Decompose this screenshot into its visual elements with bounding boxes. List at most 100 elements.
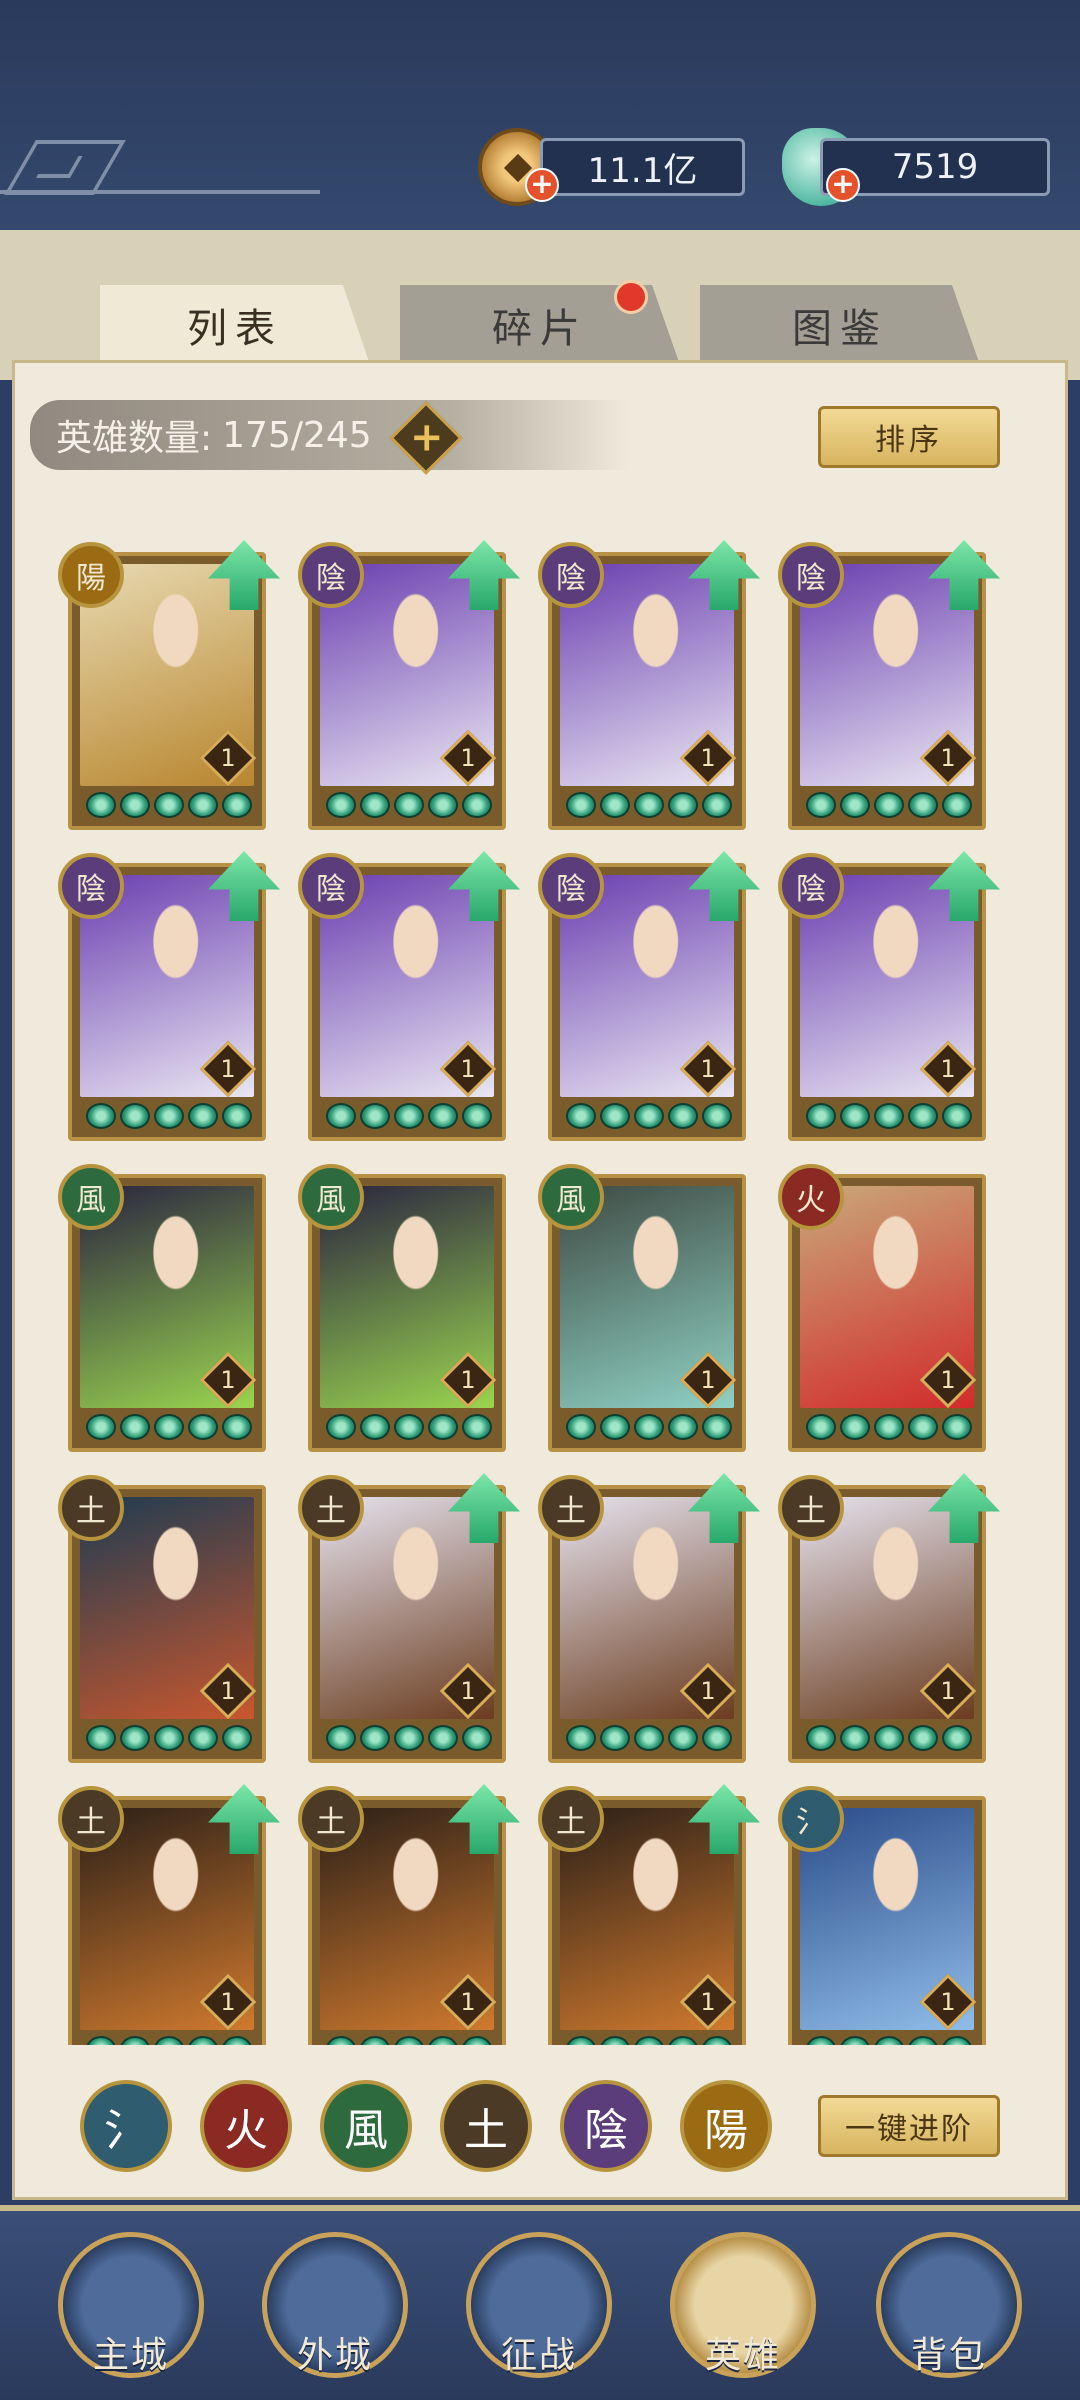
coin-value: 11.1亿 <box>587 150 698 191</box>
sort-button[interactable]: 排序 <box>818 406 1000 468</box>
hero-star-row <box>566 1103 732 1129</box>
star-icon <box>222 1414 252 1440</box>
element-yang-icon: 陽 <box>58 542 124 608</box>
hero-star-row <box>86 1103 252 1129</box>
star-icon <box>154 792 184 818</box>
star-icon <box>908 2036 938 2045</box>
star-icon <box>806 1414 836 1440</box>
star-icon <box>600 1414 630 1440</box>
tab-fragments-label: 碎片 <box>492 306 588 352</box>
star-icon <box>120 1725 150 1751</box>
hero-star-row <box>806 1725 972 1751</box>
star-icon <box>326 2036 356 2045</box>
add-coin-button[interactable]: + <box>525 168 559 202</box>
hero-level: 1 <box>220 744 236 772</box>
filter-earth-button[interactable]: 土 <box>440 2080 532 2172</box>
hero-star-row <box>806 792 972 818</box>
star-icon <box>462 2036 492 2045</box>
hero-level: 1 <box>220 1988 236 2016</box>
hero-level: 1 <box>700 1055 716 1083</box>
star-icon <box>428 2036 458 2045</box>
coin-counter: 11.1亿 <box>540 138 745 196</box>
element-yin-icon: 陰 <box>538 853 604 919</box>
element-earth-icon: 土 <box>778 1475 844 1541</box>
hero-grid: 1 陽 1 陰 1 陰 1 陰 1 陰 1 陰 1 陰 1 陰 1 風 1 風 1 風 1 火 1 土 1 土 1 土 1 土 1 土 1 土 1 土 1 氵 <box>12 500 1068 2045</box>
notification-badge <box>614 280 648 314</box>
element-yin-icon: 陰 <box>538 542 604 608</box>
hero-star-row <box>806 1414 972 1440</box>
one-click-advance-button[interactable]: 一键进阶 <box>818 2095 1000 2157</box>
add-jade-button[interactable]: + <box>826 168 860 202</box>
filter-wind-button[interactable]: 風 <box>320 2080 412 2172</box>
hero-level: 1 <box>460 1677 476 1705</box>
star-icon <box>634 2036 664 2045</box>
star-icon <box>86 2036 116 2045</box>
element-yin-icon: 陰 <box>58 853 124 919</box>
star-icon <box>908 1414 938 1440</box>
star-icon <box>566 2036 596 2045</box>
element-water-icon: 氵 <box>778 1786 844 1852</box>
star-icon <box>394 1725 424 1751</box>
star-icon <box>188 1103 218 1129</box>
element-earth-icon: 土 <box>58 1786 124 1852</box>
star-icon <box>428 1103 458 1129</box>
hero-level: 1 <box>460 1366 476 1394</box>
nav-label: 外城 <box>296 2335 373 2376</box>
star-icon <box>222 2036 252 2045</box>
star-icon <box>188 792 218 818</box>
hero-level: 1 <box>700 1366 716 1394</box>
filter-water-button[interactable]: 氵 <box>80 2080 172 2172</box>
filter-yin-button[interactable]: 陰 <box>560 2080 652 2172</box>
star-icon <box>326 1103 356 1129</box>
hero-star-row <box>86 1414 252 1440</box>
star-icon <box>908 1103 938 1129</box>
hero-level: 1 <box>220 1055 236 1083</box>
element-yin-icon: 陰 <box>298 853 364 919</box>
star-icon <box>120 1103 150 1129</box>
star-icon <box>668 1414 698 1440</box>
star-icon <box>942 2036 972 2045</box>
star-icon <box>600 1103 630 1129</box>
tab-codex[interactable]: 图鉴 <box>700 285 980 365</box>
star-icon <box>120 792 150 818</box>
star-icon <box>840 1725 870 1751</box>
star-icon <box>154 1725 184 1751</box>
star-icon <box>806 1725 836 1751</box>
filter-fire-button[interactable]: 火 <box>200 2080 292 2172</box>
star-icon <box>942 1725 972 1751</box>
star-icon <box>840 1103 870 1129</box>
star-icon <box>600 2036 630 2045</box>
star-icon <box>668 792 698 818</box>
star-icon <box>120 1414 150 1440</box>
star-icon <box>908 792 938 818</box>
star-icon <box>874 1103 904 1129</box>
star-icon <box>566 1725 596 1751</box>
star-icon <box>86 792 116 818</box>
nav-label: 英雄 <box>704 2335 781 2376</box>
nav-label: 主城 <box>92 2335 169 2376</box>
top-divider <box>0 190 320 194</box>
element-wind-icon: 風 <box>538 1164 604 1230</box>
element-earth-icon: 土 <box>538 1475 604 1541</box>
hero-star-row <box>86 2036 252 2045</box>
hero-count-value: 175/245 <box>222 414 372 456</box>
hero-star-row <box>326 792 492 818</box>
filter-yang-button[interactable]: 陽 <box>680 2080 772 2172</box>
star-icon <box>188 1414 218 1440</box>
nav-label: 征战 <box>500 2335 577 2376</box>
tab-list[interactable]: 列表 <box>100 285 370 365</box>
element-earth-icon: 土 <box>298 1475 364 1541</box>
star-icon <box>86 1103 116 1129</box>
nav-label: 背包 <box>910 2335 987 2376</box>
star-icon <box>86 1414 116 1440</box>
star-icon <box>908 1725 938 1751</box>
star-icon <box>326 1414 356 1440</box>
star-icon <box>360 1103 390 1129</box>
star-icon <box>702 2036 732 2045</box>
star-icon <box>668 1103 698 1129</box>
hero-level: 1 <box>460 744 476 772</box>
hero-level: 1 <box>940 1055 956 1083</box>
hero-star-row <box>326 2036 492 2045</box>
star-icon <box>840 2036 870 2045</box>
star-icon <box>462 1414 492 1440</box>
